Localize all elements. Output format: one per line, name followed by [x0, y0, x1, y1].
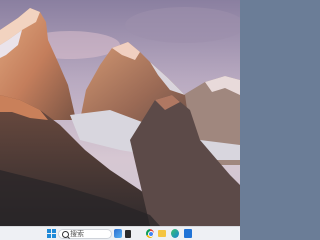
windows-start-icon[interactable]	[47, 229, 56, 239]
widgets-icon[interactable]	[114, 229, 122, 238]
chrome-icon[interactable]	[146, 229, 154, 238]
search-icon	[62, 231, 69, 238]
search-placeholder: 搜索	[70, 230, 84, 238]
task-view-icon[interactable]	[125, 230, 131, 238]
file-explorer-icon[interactable]	[158, 230, 166, 237]
edge-icon[interactable]	[171, 229, 179, 238]
desktop-wallpaper	[0, 0, 240, 226]
search-box[interactable]: 搜索	[58, 229, 112, 239]
taskbar: 搜索	[0, 226, 240, 240]
store-icon[interactable]	[184, 229, 192, 238]
desktop: 搜索	[0, 0, 240, 240]
